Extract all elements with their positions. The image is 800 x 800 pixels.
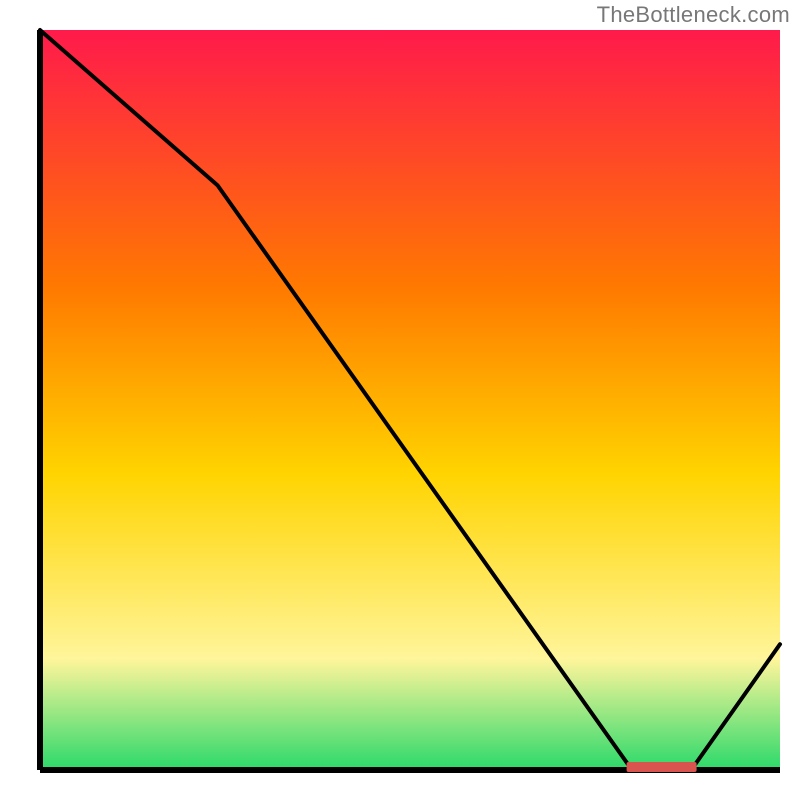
plot-background <box>40 30 780 770</box>
min-marker <box>627 762 697 772</box>
watermark-text: TheBottleneck.com <box>597 2 790 28</box>
chart-container: TheBottleneck.com <box>0 0 800 800</box>
chart-svg <box>0 0 800 800</box>
